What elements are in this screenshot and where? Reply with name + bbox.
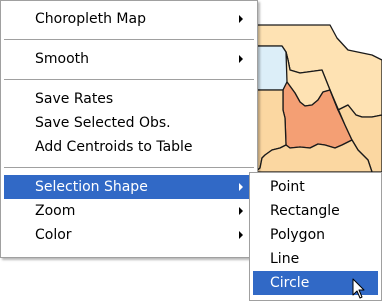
menu-item-zoom[interactable]: Zoom bbox=[4, 199, 254, 223]
submenu-arrow-icon bbox=[239, 231, 243, 239]
submenu-item-point[interactable]: Point bbox=[253, 175, 378, 199]
county-nw[interactable] bbox=[254, 45, 291, 91]
arrow-pointer-icon bbox=[352, 278, 365, 299]
map-counties bbox=[254, 24, 382, 173]
submenu-item-label: Rectangle bbox=[270, 203, 340, 219]
menu-item-label: Zoom bbox=[35, 203, 76, 219]
menu-separator bbox=[4, 167, 254, 168]
submenu-item-label: Point bbox=[270, 179, 305, 195]
menu-item-label: Add Centroids to Table bbox=[35, 139, 193, 155]
submenu-item-polygon[interactable]: Polygon bbox=[253, 223, 378, 247]
menu-item-color[interactable]: Color bbox=[4, 223, 254, 247]
menu-item-smooth[interactable]: Smooth bbox=[4, 47, 254, 71]
submenu-item-label: Line bbox=[270, 251, 300, 267]
menu-item-save-rates[interactable]: Save Rates bbox=[4, 87, 254, 111]
menu-item-label: Smooth bbox=[35, 51, 90, 67]
menu-item-label: Save Rates bbox=[35, 91, 114, 107]
menu-item-label: Color bbox=[35, 227, 72, 243]
submenu-item-rectangle[interactable]: Rectangle bbox=[253, 199, 378, 223]
submenu-item-label: Polygon bbox=[270, 227, 326, 243]
menu-item-label: Selection Shape bbox=[35, 179, 148, 195]
context-menu: Choropleth Map Smooth Save Rates Save Se… bbox=[0, 0, 258, 258]
submenu-arrow-icon bbox=[239, 55, 243, 63]
menu-item-label: Save Selected Obs. bbox=[35, 115, 171, 131]
menu-separator bbox=[4, 39, 254, 40]
menu-item-add-centroids[interactable]: Add Centroids to Table bbox=[4, 135, 254, 159]
menu-item-label: Choropleth Map bbox=[35, 11, 146, 27]
submenu-item-line[interactable]: Line bbox=[253, 247, 378, 271]
submenu-arrow-icon bbox=[239, 183, 243, 191]
menu-item-choropleth-map[interactable]: Choropleth Map bbox=[4, 7, 254, 31]
menu-item-save-selected-obs[interactable]: Save Selected Obs. bbox=[4, 111, 254, 135]
submenu-item-label: Circle bbox=[270, 275, 310, 291]
menu-item-selection-shape[interactable]: Selection Shape bbox=[4, 175, 254, 199]
submenu-arrow-icon bbox=[239, 15, 243, 23]
menu-separator bbox=[4, 79, 254, 80]
submenu-arrow-icon bbox=[239, 207, 243, 215]
